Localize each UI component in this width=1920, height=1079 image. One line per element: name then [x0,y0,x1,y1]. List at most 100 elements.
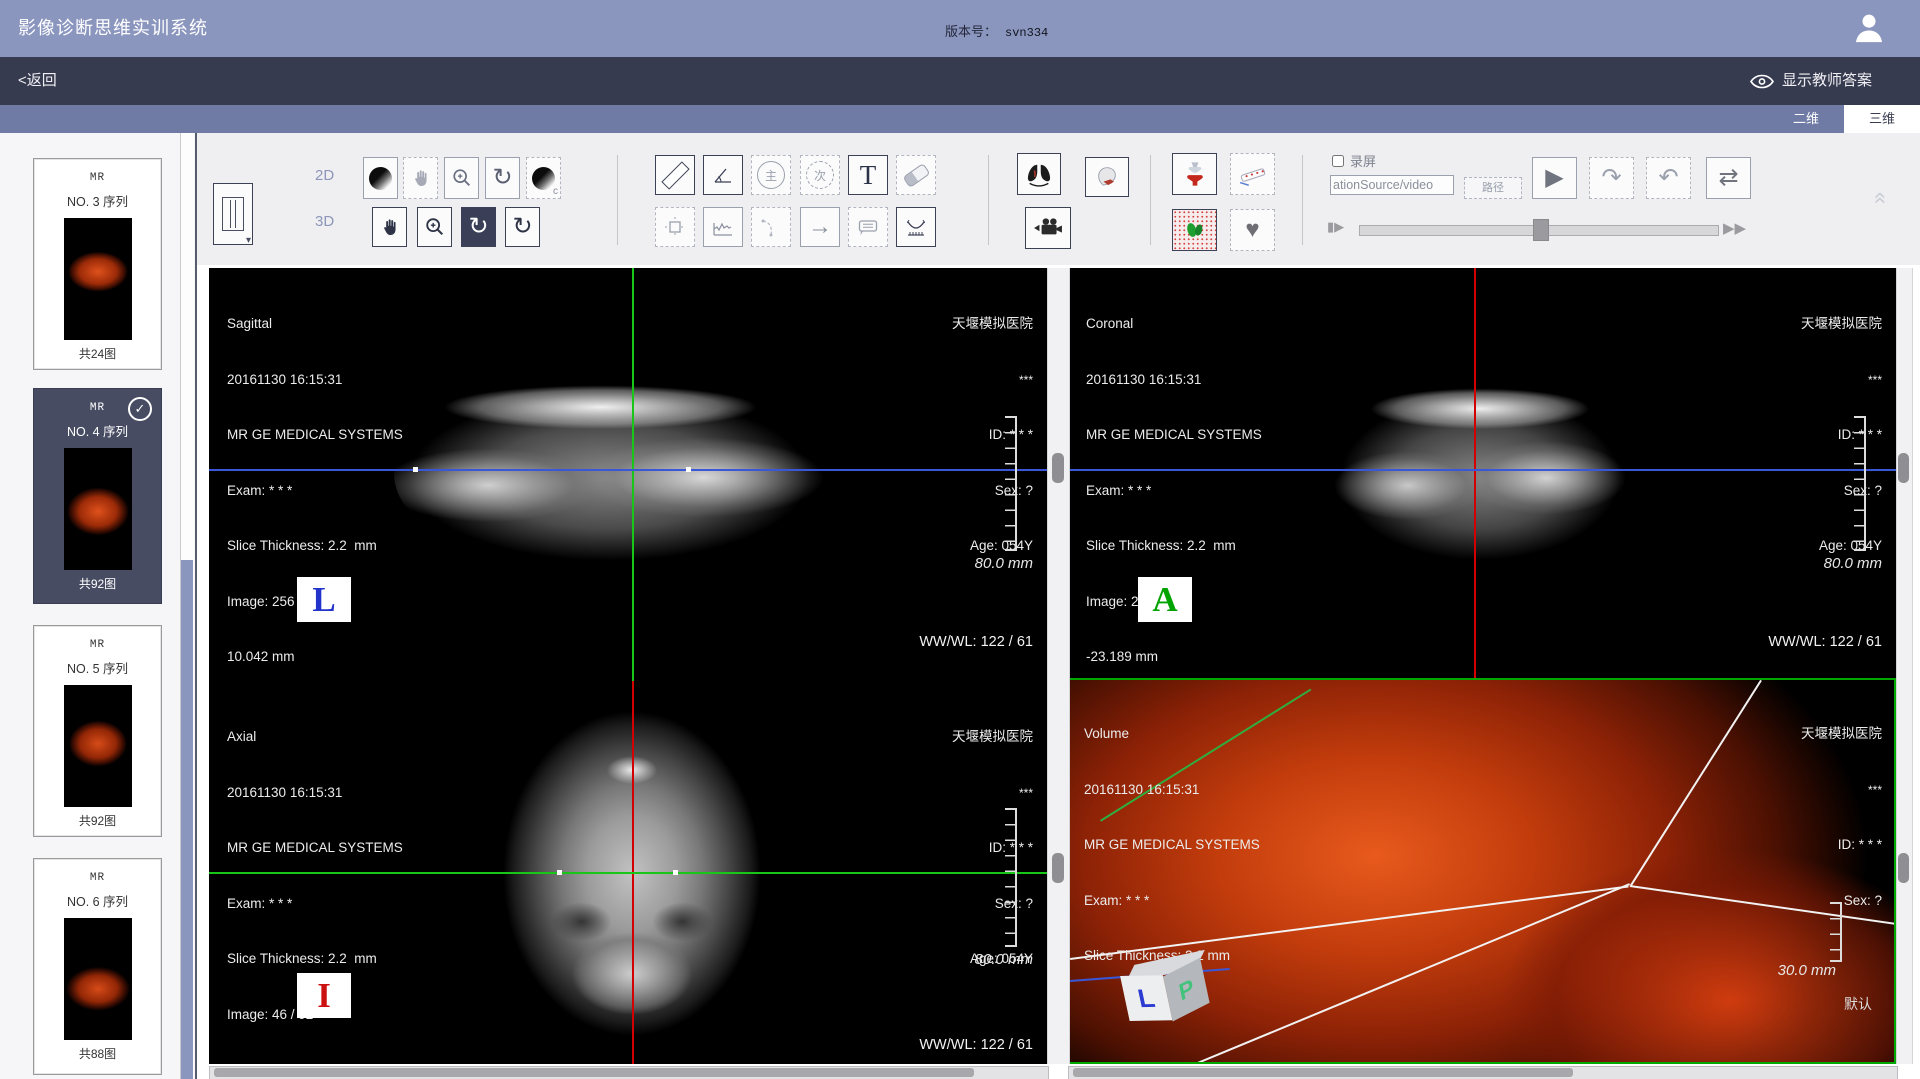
path-button[interactable]: 路径 [1464,177,1522,199]
angle-tool-button[interactable] [703,155,743,195]
spline-icon [759,215,783,239]
pan-2d-button[interactable] [403,157,438,199]
series-card-4-selected[interactable]: ✓ MR NO. 4 序列 共92图 [33,388,162,604]
lung-segmentation-button[interactable] [1017,153,1061,195]
scale-ruler [1005,416,1017,551]
series-card-5[interactable]: MR NO. 5 序列 共92图 [33,625,162,837]
video-path-input[interactable] [1330,175,1454,195]
joint-model-button[interactable] [1172,153,1217,195]
curve-measure-tool-button[interactable] [896,207,936,247]
rotate-icon: ↻ [492,166,512,190]
viewport-volume-3d[interactable]: Volume 20161130 16:15:31 MR GE MEDICAL S… [1068,678,1896,1064]
slice-scroll-thumb[interactable] [1898,853,1909,883]
series-thumbnail [64,918,132,1040]
play-button[interactable]: ▶ [1532,157,1577,199]
rotate-2d-button[interactable]: ↻ [485,157,520,199]
slice-scroll-thumb[interactable] [1052,453,1064,483]
orientation-marker-L: L [297,577,351,622]
roi-box-tool-button[interactable] [655,207,695,247]
roi-box-icon [663,215,687,239]
selected-check-icon: ✓ [128,397,152,421]
record-screen-checkbox[interactable] [1332,155,1344,167]
sidebar-divider [195,133,197,1079]
collapse-toolbar-icon[interactable]: « [1868,192,1894,204]
spine-measure-button[interactable] [1230,153,1275,195]
zoom-3d-button[interactable] [417,207,452,247]
rotate-right-anim-button[interactable]: ↷ [1589,157,1634,199]
spline-tool-button[interactable] [751,207,791,247]
export-video-button[interactable] [1025,207,1071,249]
viewport-coronal[interactable]: Coronal 20161130 16:15:31 MR GE MEDICAL … [1068,268,1896,681]
show-teacher-answer-button[interactable]: 显示教师答案 [1750,57,1872,105]
title-bar: 影像诊断思维实训系统 版本号：svn334 [0,0,1920,57]
hand-icon [379,217,400,238]
scale-label: 30.0 mm [1778,962,1836,979]
profile-curve-tool-button[interactable] [703,207,743,247]
magnifier-plus-icon [451,167,473,189]
slice-scroll-thumb[interactable] [1898,453,1909,483]
crosshair-handle-dot[interactable] [413,467,418,472]
text-tool-button[interactable]: T [848,155,888,195]
preset-label[interactable]: 默认 [1844,994,1872,1014]
series-sidebar: MR NO. 3 序列 共24图 ✓ MR NO. 4 序列 共92图 MR N… [0,133,197,1079]
layout-button[interactable]: ▾ [213,183,253,245]
primary-roi-tool-button[interactable]: 主 [751,155,791,195]
toolbar-separator [1302,155,1303,245]
horizontal-scroll-thumb[interactable] [214,1068,974,1077]
heart-model-button[interactable]: ♥ [1230,209,1275,251]
rotate-left-anim-button[interactable]: ↶ [1646,157,1691,199]
series-count: 共92图 [34,812,161,829]
series-name: NO. 4 序列 [34,421,161,440]
series-card-6[interactable]: MR NO. 6 序列 共88图 [33,858,162,1075]
slice-scrollbar-middle[interactable] [1047,268,1070,1064]
series-card-3[interactable]: MR NO. 3 序列 共24图 [33,158,162,370]
speed-max-icon: ▶▶ [1723,219,1746,237]
horizontal-scroll-thumb[interactable] [1073,1068,1573,1077]
wwwl-reset-2d-button[interactable]: c [526,157,561,199]
comment-tool-button[interactable] [848,207,888,247]
zoom-2d-button[interactable] [444,157,479,199]
crosshair-vertical-green[interactable] [632,268,634,681]
reset-rotate-3d-button[interactable]: ↻ [505,207,540,247]
coronal-mri-image [1330,378,1630,570]
sidebar-scrollbar-thumb[interactable] [181,560,193,1079]
mode-3d-label: 3D [315,213,334,230]
viewport-axial[interactable]: Axial 20161130 16:15:31 MR GE MEDICAL SY… [209,681,1047,1064]
back-button[interactable]: <返回 [18,57,57,105]
toolbar-separator [617,155,618,245]
arrow-icon: → [808,215,832,239]
user-avatar-icon[interactable] [1852,11,1886,45]
rotate-3d-button-active[interactable]: ↻ [461,207,496,247]
speed-slider-thumb[interactable] [1533,219,1549,241]
pan-3d-button[interactable] [372,207,407,247]
eraser-tool-button[interactable] [896,155,936,195]
viewport-title: Coronal [1086,315,1262,334]
knee-joint-icon [1181,160,1209,188]
crosshair-vertical-red[interactable] [1474,268,1476,681]
primary-circle-icon: 主 [757,161,785,189]
ruler-icon [661,161,689,189]
skull-view-button[interactable] [1085,157,1129,197]
horizontal-scrollbar-right[interactable] [1068,1066,1898,1079]
viewport-sagittal[interactable]: Sagittal 20161130 16:15:31 MR GE MEDICAL… [209,268,1047,681]
ruler-tool-button[interactable] [655,155,695,195]
layout-columns-icon [222,197,244,231]
slice-scrollbar-right[interactable] [1896,268,1913,1064]
tab-2d[interactable]: 二维 [1768,105,1844,133]
slice-scroll-thumb[interactable] [1052,853,1064,883]
tab-bar: 二维 三维 [0,105,1920,133]
swap-direction-button[interactable]: ⇄ [1706,157,1751,199]
tab-3d[interactable]: 三维 [1844,105,1920,133]
horizontal-scrollbar-left[interactable] [209,1066,1049,1079]
secondary-roi-tool-button[interactable]: 次 [800,155,840,195]
crosshair-handle-dot[interactable] [557,870,562,875]
crosshair-handle-dot[interactable] [686,467,691,472]
toolbar-separator [1150,155,1151,245]
wwwl-2d-button[interactable] [363,157,398,199]
viewport-title: Axial [227,728,403,747]
series-thumbnail [64,685,132,807]
arrow-tool-button[interactable]: → [800,207,840,247]
rotate-icon: ↻ [468,215,488,239]
crosshair-handle-dot[interactable] [673,870,678,875]
segmentation-button[interactable] [1172,209,1217,251]
